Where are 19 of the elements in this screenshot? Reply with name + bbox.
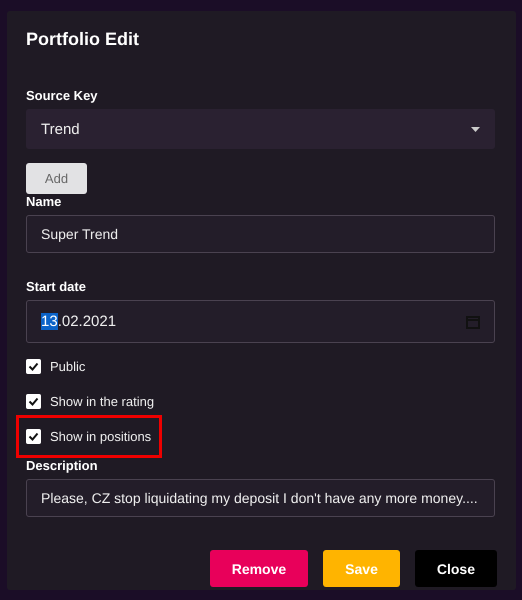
- field-label: Description: [26, 458, 98, 474]
- checkbox[interactable]: [26, 359, 41, 374]
- checkbox-label: Public: [50, 359, 86, 374]
- name-field[interactable]: Super Trend: [26, 215, 495, 253]
- checkbox[interactable]: [26, 394, 41, 409]
- caret-icon: [471, 126, 480, 132]
- checkbox[interactable]: [26, 429, 41, 444]
- checkbox-label: Show in the rating: [50, 394, 154, 409]
- description-field[interactable]: Please, CZ stop liquidating my deposit I don't have any more money....: [26, 479, 495, 517]
- source-key-dropdown[interactable]: Trend: [26, 109, 495, 149]
- checkbox-label: Show in positions: [50, 429, 152, 444]
- remove-button[interactable]: Remove: [210, 550, 308, 587]
- date-field[interactable]: 13.02.2021: [26, 300, 495, 343]
- field-label: Source Key: [26, 88, 98, 104]
- field-label: Start date: [26, 279, 86, 295]
- field-label: Name: [26, 194, 62, 210]
- dialog-title: Portfolio Edit: [26, 28, 140, 50]
- selected-text: 13: [41, 313, 58, 330]
- close-button[interactable]: Close: [414, 550, 497, 587]
